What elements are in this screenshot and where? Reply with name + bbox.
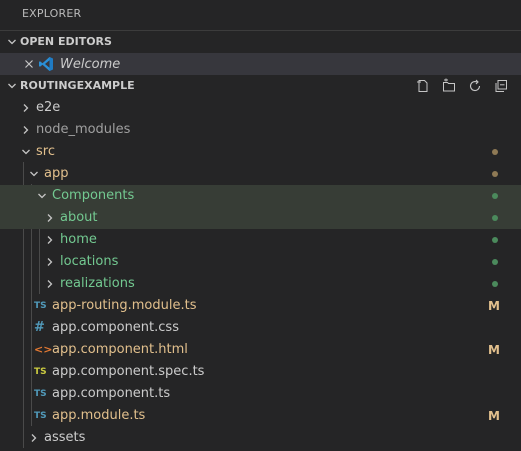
untracked-dot (492, 193, 498, 199)
explorer-title: EXPLORER (22, 7, 82, 20)
new-file-icon[interactable] (415, 78, 431, 94)
typescript-spec-icon: TS (34, 367, 47, 377)
chevron-down-icon (4, 75, 20, 97)
chevron-right-icon (26, 427, 42, 449)
untracked-dot (492, 215, 498, 221)
tree-label: home (60, 232, 97, 247)
chevron-right-icon (18, 97, 34, 119)
tree-label: src (36, 144, 55, 159)
open-editor-welcome[interactable]: Welcome (0, 53, 521, 75)
chevron-right-icon (42, 229, 58, 251)
chevron-down-icon (18, 141, 34, 163)
tree-label: app.component.ts (52, 386, 171, 401)
tree-label: locations (60, 254, 119, 269)
modified-badge: M (488, 299, 500, 313)
tree-label: app.component.css (52, 320, 179, 335)
tree-label: app (44, 166, 69, 181)
modified-dot (492, 149, 498, 155)
html-icon: <> (34, 343, 53, 356)
tree-file-app-component-css[interactable]: # app.component.css (0, 317, 521, 339)
tree-label: app.module.ts (52, 408, 146, 423)
open-editors-title: OPEN EDITORS (20, 35, 112, 48)
explorer-panel: EXPLORER OPEN EDITORS Welcome ROUTINGEXA… (0, 0, 521, 451)
chevron-right-icon (42, 251, 58, 273)
collapse-all-icon[interactable] (493, 78, 509, 94)
typescript-icon: TS (34, 301, 47, 311)
modified-badge: M (488, 343, 500, 357)
chevron-down-icon (4, 31, 20, 53)
chevron-down-icon (34, 185, 50, 207)
tree-label: Components (52, 188, 135, 203)
chevron-down-icon (26, 163, 42, 185)
tree-folder-components[interactable]: Components (0, 185, 521, 207)
tree-folder-src[interactable]: src (0, 141, 521, 163)
tree-label: node_modules (36, 122, 131, 137)
modified-badge: M (488, 409, 500, 423)
open-editors-header[interactable]: OPEN EDITORS (0, 30, 521, 53)
tree-label: app.component.html (52, 342, 188, 357)
untracked-dot (492, 237, 498, 243)
tree-file-app-component-ts[interactable]: TS app.component.ts (0, 383, 521, 405)
tree-folder-home[interactable]: home (0, 229, 521, 251)
tree-label: app-routing.module.ts (52, 298, 197, 313)
tree-label: app.component.spec.ts (52, 364, 205, 379)
tree-folder-realizations[interactable]: realizations (0, 273, 521, 295)
css-icon: # (34, 320, 45, 335)
tree-label: e2e (36, 100, 61, 115)
tree-folder-about[interactable]: about (0, 207, 521, 229)
untracked-dot (492, 259, 498, 265)
project-actions (415, 75, 509, 97)
tree-folder-node-modules[interactable]: node_modules (0, 119, 521, 141)
tree-folder-app[interactable]: app (0, 163, 521, 185)
tree-file-app-module[interactable]: TS app.module.ts M (0, 405, 521, 427)
tree-folder-e2e[interactable]: e2e (0, 97, 521, 119)
tree-file-app-component-html[interactable]: <> app.component.html M (0, 339, 521, 361)
typescript-icon: TS (34, 389, 47, 399)
typescript-icon: TS (34, 411, 47, 421)
tree-label: realizations (60, 276, 135, 291)
tree-folder-assets[interactable]: assets (0, 427, 521, 449)
tree-file-app-component-spec[interactable]: TS app.component.spec.ts (0, 361, 521, 383)
modified-dot (492, 171, 498, 177)
open-editor-label: Welcome (60, 56, 121, 72)
refresh-icon[interactable] (467, 78, 483, 94)
chevron-right-icon (18, 119, 34, 141)
tree-label: assets (44, 430, 86, 445)
project-header[interactable]: ROUTINGEXAMPLE (0, 75, 521, 97)
tree-file-app-routing-module[interactable]: TS app-routing.module.ts M (0, 295, 521, 317)
tree-label: about (60, 210, 98, 225)
chevron-right-icon (42, 207, 58, 229)
close-icon[interactable] (22, 59, 36, 69)
project-title: ROUTINGEXAMPLE (20, 79, 135, 92)
new-folder-icon[interactable] (441, 78, 457, 94)
untracked-dot (492, 281, 498, 287)
tree-folder-locations[interactable]: locations (0, 251, 521, 273)
chevron-right-icon (42, 273, 58, 295)
vscode-logo-icon (38, 56, 54, 72)
